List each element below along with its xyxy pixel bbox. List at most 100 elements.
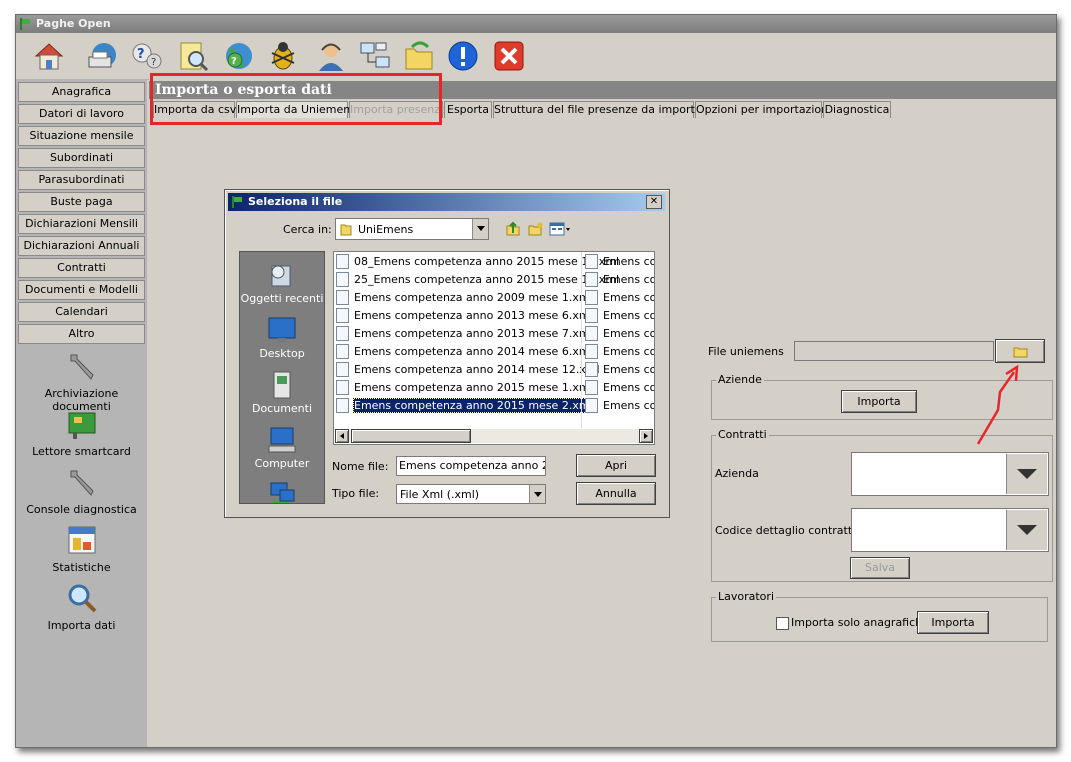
sidebar: Anagrafica Datori di lavoro Situazione m… [16, 79, 147, 747]
xml-file-icon [585, 271, 598, 287]
look-in-value: UniEmens [358, 223, 414, 236]
info-icon[interactable] [446, 39, 480, 73]
file-item[interactable]: Emens cor [585, 397, 654, 414]
aziende-title: Aziende [716, 373, 764, 386]
aziende-importa-button[interactable]: Importa [841, 390, 917, 413]
place-computer[interactable]: Computer [240, 425, 324, 470]
file-item[interactable]: 08_Emens competenza anno 2015 mese 10.xm… [336, 253, 619, 270]
printer-icon[interactable] [86, 39, 120, 73]
tool-archiviazione[interactable]: Archiviazione documenti [16, 349, 147, 413]
sidebar-item-subordinati[interactable]: Subordinati [18, 148, 145, 168]
file-item[interactable]: Emens cor [585, 343, 654, 360]
salva-button[interactable]: Salva [850, 557, 910, 579]
file-item-selected[interactable]: Emens competenza anno 2015 mese 2.xml [336, 397, 594, 414]
solo-anagrafiche-label: Importa solo anagrafiche [791, 616, 929, 629]
sidebar-item-anagrafica[interactable]: Anagrafica [18, 82, 145, 102]
file-item[interactable]: Emens cor [585, 379, 654, 396]
sidebar-item-contratti[interactable]: Contratti [18, 258, 145, 278]
sidebar-item-situazione[interactable]: Situazione mensile [18, 126, 145, 146]
file-item[interactable]: Emens cor [585, 253, 654, 270]
tool-statistiche[interactable]: Statistiche [16, 523, 147, 574]
file-item[interactable]: Emens cor [585, 289, 654, 306]
file-item[interactable]: Emens cor [585, 307, 654, 324]
search-doc-icon[interactable] [176, 39, 210, 73]
filetype-select[interactable]: File Xml (.xml) [396, 484, 546, 504]
file-uniemens-field[interactable] [794, 341, 994, 361]
tab-opzioni[interactable]: Opzioni per importazione [695, 101, 835, 118]
home-icon[interactable] [32, 39, 66, 73]
look-in-select[interactable]: UniEmens [335, 218, 489, 240]
statistics-icon [68, 526, 95, 554]
up-folder-icon[interactable] [505, 221, 521, 237]
lavoratori-group: Lavoratori Importa solo anagrafiche Impo… [711, 590, 1048, 642]
solo-anagrafiche-checkbox[interactable] [776, 617, 789, 630]
sidebar-item-documenti[interactable]: Documenti e Modelli [18, 280, 145, 300]
tool-importa-dati[interactable]: Importa dati [16, 581, 147, 632]
tab-struttura[interactable]: Struttura del file presenze da importare [493, 101, 713, 118]
title-bar: Paghe Open [16, 15, 1056, 33]
xml-file-icon [336, 325, 349, 341]
sidebar-item-altro[interactable]: Altro [18, 324, 145, 344]
dialog-close-button[interactable]: ✕ [646, 195, 662, 209]
tab-esporta[interactable]: Esporta [444, 101, 492, 118]
tool-console[interactable]: Console diagnostica [16, 465, 147, 516]
lavoratori-importa-button[interactable]: Importa [917, 611, 989, 634]
dropdown-arrow-icon [529, 485, 545, 503]
network-icon[interactable] [358, 39, 392, 73]
file-item[interactable]: Emens competenza anno 2014 mese 6.xml [336, 343, 593, 360]
file-item[interactable]: Emens competenza anno 2009 mese 1.xml [336, 289, 593, 306]
sidebar-item-calendari[interactable]: Calendari [18, 302, 145, 322]
app-flag-icon [232, 196, 242, 208]
file-item[interactable]: Emens competenza anno 2013 mese 7.xml [336, 325, 593, 342]
file-item[interactable]: Emens competenza anno 2013 mese 6.xml [336, 307, 593, 324]
scroll-left-icon[interactable] [335, 429, 349, 443]
sidebar-item-dich-mensili[interactable]: Dichiarazioni Mensili [18, 214, 145, 234]
scroll-right-icon[interactable] [639, 429, 653, 443]
file-item[interactable]: Emens cor [585, 271, 654, 288]
file-uniemens-label: File uniemens [708, 345, 784, 358]
open-button[interactable]: Apri [576, 454, 656, 477]
sidebar-item-parasubordinati[interactable]: Parasubordinati [18, 170, 145, 190]
scrollbar-thumb[interactable] [351, 429, 471, 443]
horizontal-scrollbar[interactable] [335, 429, 653, 443]
tool-smartcard[interactable]: Lettore smartcard [16, 407, 147, 458]
file-list: 08_Emens competenza anno 2015 mese 10.xm… [333, 251, 655, 445]
tab-diagnostica[interactable]: Diagnostica [823, 101, 891, 118]
codice-contratto-select[interactable] [851, 508, 1049, 552]
file-item[interactable]: Emens cor [585, 361, 654, 378]
sidebar-item-datori[interactable]: Datori di lavoro [18, 104, 145, 124]
filename-input[interactable]: Emens competenza anno 2015 [396, 456, 546, 476]
tool-label: Statistiche [52, 561, 111, 574]
file-item[interactable]: Emens cor [585, 325, 654, 342]
look-in-label: Cerca in: [283, 223, 332, 236]
file-item[interactable]: Emens competenza anno 2014 mese 12.xml [336, 361, 600, 378]
user-support-icon[interactable] [314, 39, 348, 73]
new-folder-icon[interactable] [527, 221, 543, 237]
filename-label: Nome file: [332, 460, 389, 473]
lavoratori-title: Lavoratori [716, 590, 776, 603]
xml-file-icon [585, 379, 598, 395]
xml-file-icon [585, 289, 598, 305]
cancel-button[interactable]: Annulla [576, 482, 656, 505]
place-recent[interactable]: Oggetti recenti [240, 260, 324, 305]
azienda-select[interactable] [851, 452, 1049, 496]
place-network[interactable] [240, 480, 324, 503]
place-documenti[interactable]: Documenti [240, 370, 324, 415]
filetype-label: Tipo file: [332, 487, 380, 500]
sidebar-item-dich-annuali[interactable]: Dichiarazioni Annuali [18, 236, 145, 256]
xml-file-icon [336, 307, 349, 323]
sidebar-item-buste-paga[interactable]: Buste paga [18, 192, 145, 212]
contratti-group: Contratti Azienda Codice dettaglio contr… [711, 428, 1053, 582]
globe-help-icon[interactable]: ? [222, 39, 256, 73]
place-desktop[interactable]: Desktop [240, 315, 324, 360]
bug-icon[interactable] [266, 39, 300, 73]
file-item[interactable]: Emens competenza anno 2015 mese 1.xml [336, 379, 593, 396]
view-menu-icon[interactable] [549, 221, 571, 237]
dropdown-arrow-icon [472, 219, 488, 239]
help-icon[interactable]: ?? [130, 39, 164, 73]
folder-refresh-icon[interactable] [402, 39, 436, 73]
close-app-icon[interactable] [492, 39, 526, 73]
dropdown-arrow-icon [1006, 510, 1047, 550]
file-item[interactable]: 25_Emens competenza anno 2015 mese 10.xm… [336, 271, 619, 288]
computer-icon [268, 427, 296, 453]
